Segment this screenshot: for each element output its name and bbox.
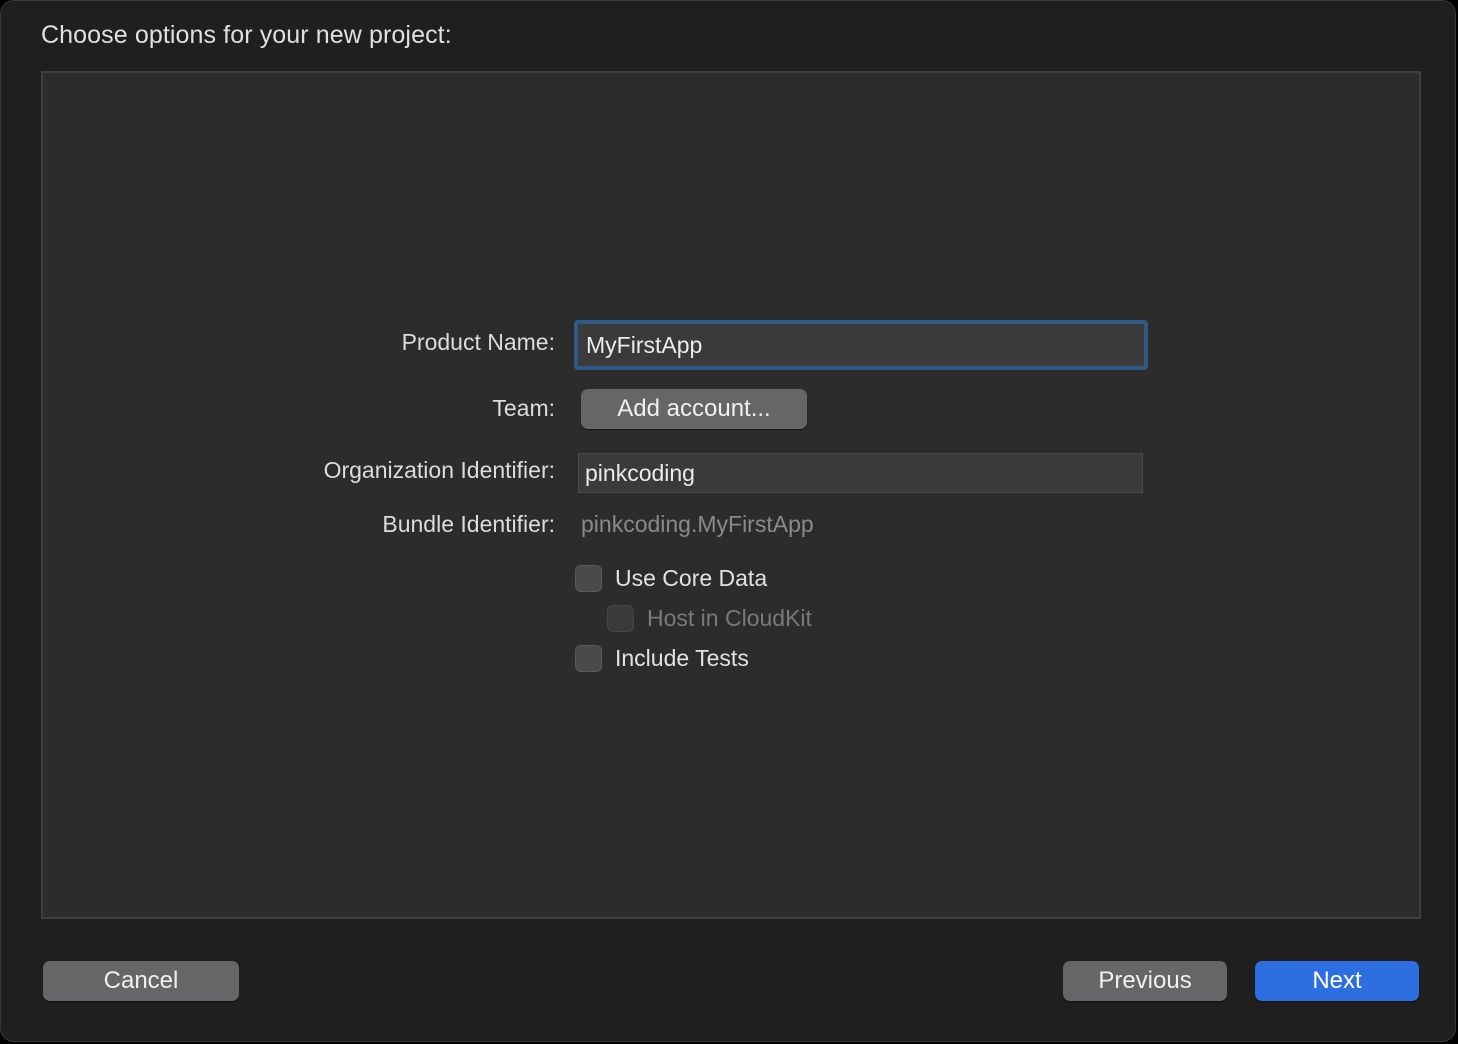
include-tests-checkbox[interactable] xyxy=(575,645,602,672)
org-identifier-label: Organization Identifier: xyxy=(323,457,555,483)
bundle-identifier-label: Bundle Identifier: xyxy=(382,511,555,537)
use-core-data-label: Use Core Data xyxy=(615,565,768,591)
add-account-button[interactable]: Add account... xyxy=(581,389,807,429)
options-panel xyxy=(41,71,1421,919)
host-in-cloudkit-label: Host in CloudKit xyxy=(647,605,812,631)
team-label: Team: xyxy=(492,395,555,421)
next-button[interactable]: Next xyxy=(1255,961,1419,1001)
product-name-label: Product Name: xyxy=(401,329,555,355)
new-project-dialog: Choose options for your new project: Pro… xyxy=(0,0,1456,1042)
previous-button[interactable]: Previous xyxy=(1063,961,1227,1001)
org-identifier-input[interactable] xyxy=(578,453,1143,493)
bundle-identifier-value: pinkcoding.MyFirstApp xyxy=(581,511,814,537)
use-core-data-option[interactable]: Use Core Data xyxy=(575,565,767,592)
host-in-cloudkit-checkbox xyxy=(607,605,634,632)
include-tests-option[interactable]: Include Tests xyxy=(575,645,749,672)
include-tests-label: Include Tests xyxy=(615,645,749,671)
product-name-input[interactable] xyxy=(574,320,1148,370)
dialog-heading: Choose options for your new project: xyxy=(41,21,452,49)
use-core-data-checkbox[interactable] xyxy=(575,565,602,592)
host-in-cloudkit-option: Host in CloudKit xyxy=(607,605,812,632)
cancel-button[interactable]: Cancel xyxy=(43,961,239,1001)
